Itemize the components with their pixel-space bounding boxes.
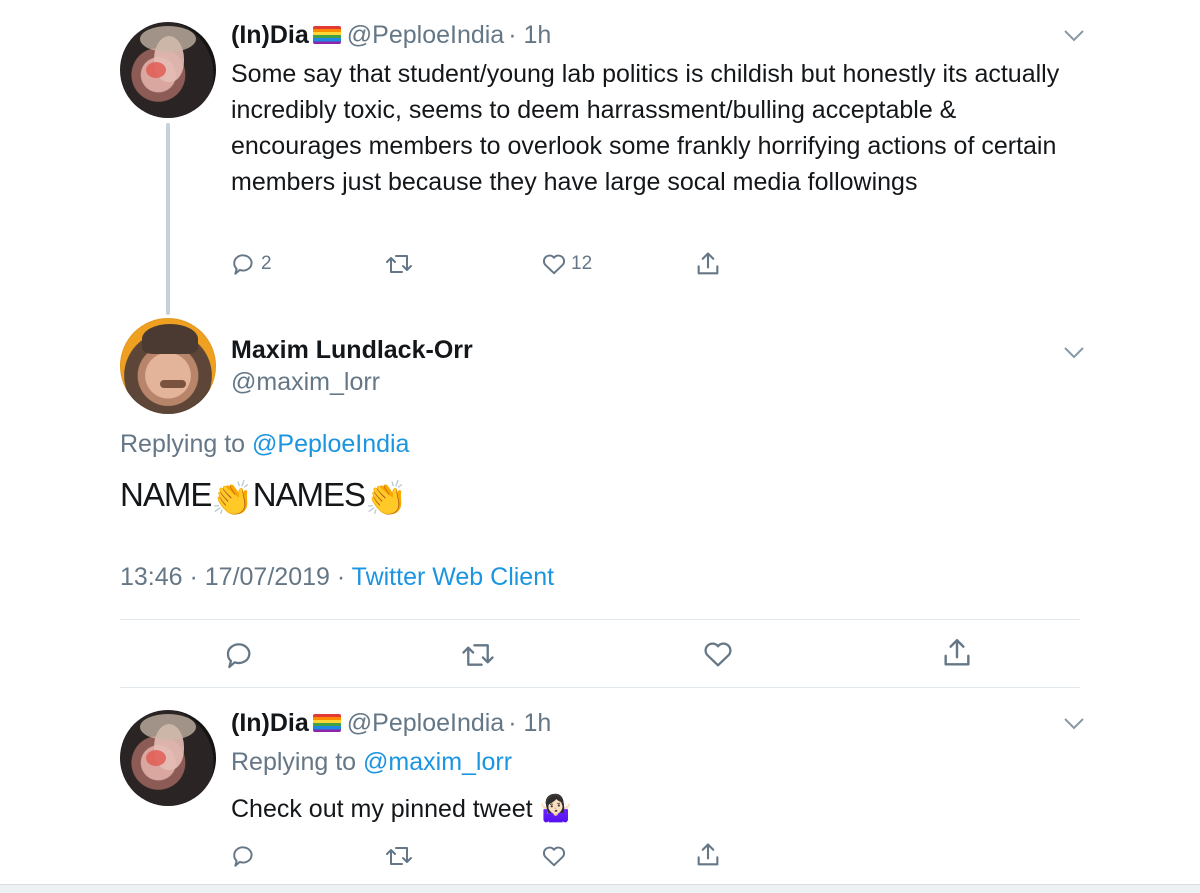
reply-count: 2: [261, 253, 272, 274]
tweet-meta: 13:46 · 17/07/2019 · Twitter Web Client: [120, 563, 554, 592]
tweet-text: Check out my pinned tweet 🤷🏻‍♀️: [231, 790, 572, 827]
share-button[interactable]: [694, 841, 722, 869]
clap-emoji: 👏: [211, 480, 253, 518]
like-button[interactable]: [702, 638, 734, 670]
retweet-icon: [386, 847, 412, 865]
reply-icon: [233, 846, 253, 867]
reply-icon: [233, 254, 253, 275]
display-name[interactable]: (In)Dia: [231, 21, 309, 49]
chevron-down-icon[interactable]: [1063, 29, 1085, 43]
tweet-time[interactable]: · 1h: [508, 709, 551, 737]
reply-button[interactable]: [231, 843, 257, 869]
divider: [120, 687, 1080, 688]
tweet-text: Some say that student/young lab politics…: [231, 60, 1060, 196]
tweet-time[interactable]: · 1h: [508, 21, 551, 49]
retweet-icon: [386, 255, 412, 273]
share-icon: [697, 843, 719, 866]
reply-button[interactable]: 2: [231, 251, 272, 277]
avatar[interactable]: [120, 710, 216, 806]
replying-to-handle[interactable]: @maxim_lorr: [363, 748, 512, 776]
avatar[interactable]: [120, 318, 216, 414]
tweet3-header: (In)Dia @PeploeIndia · 1h: [231, 709, 551, 738]
handle[interactable]: @PeploeIndia: [347, 21, 504, 49]
share-icon: [944, 639, 970, 666]
avatar[interactable]: [120, 22, 216, 118]
replying-to-handle[interactable]: @PeploeIndia: [252, 430, 409, 458]
shrug-emoji: 🤷🏻‍♀️: [539, 793, 572, 823]
text-part-2: NAMES: [252, 476, 366, 513]
replying-to: Replying to @maxim_lorr: [231, 748, 512, 777]
text-part-1: NAME: [120, 476, 212, 513]
like-icon: [542, 254, 566, 275]
retweet-icon: [462, 644, 494, 666]
tweet-text-content: Check out my pinned tweet: [231, 795, 533, 823]
reply-button[interactable]: [224, 639, 256, 671]
share-button[interactable]: [940, 636, 974, 670]
like-icon: [704, 642, 732, 667]
reply-icon: [226, 643, 251, 669]
retweet-button[interactable]: [385, 251, 413, 277]
tweet-text: NAME👏NAMES👏: [120, 476, 407, 519]
thread-line: [166, 123, 170, 315]
replying-to-label: Replying to: [120, 430, 246, 458]
like-count: 12: [571, 253, 593, 274]
rainbow-flag-icon: [312, 714, 341, 732]
rainbow-flag-icon: [312, 26, 341, 44]
chevron-down-icon[interactable]: [1063, 346, 1085, 360]
tweet1-header: (In)Dia @PeploeIndia · 1h: [231, 21, 551, 50]
like-button[interactable]: [541, 843, 567, 869]
clap-emoji: 👏: [365, 480, 407, 518]
retweet-button[interactable]: [385, 843, 413, 869]
handle[interactable]: @PeploeIndia: [347, 709, 504, 737]
display-name[interactable]: (In)Dia: [231, 709, 309, 737]
share-button[interactable]: [694, 250, 722, 278]
share-icon: [697, 252, 719, 275]
like-icon: [542, 846, 566, 867]
retweet-button[interactable]: [461, 640, 495, 670]
display-name[interactable]: Maxim Lundlack-Orr: [231, 336, 473, 365]
timestamp[interactable]: 13:46 · 17/07/2019 ·: [120, 563, 345, 591]
like-button[interactable]: 12: [541, 251, 592, 277]
handle[interactable]: @maxim_lorr: [231, 368, 380, 397]
replying-to-label: Replying to: [231, 748, 357, 776]
client-link[interactable]: Twitter Web Client: [352, 563, 554, 591]
replying-to: Replying to @PeploeIndia: [120, 430, 409, 459]
chevron-down-icon[interactable]: [1063, 717, 1085, 731]
divider: [120, 619, 1080, 620]
